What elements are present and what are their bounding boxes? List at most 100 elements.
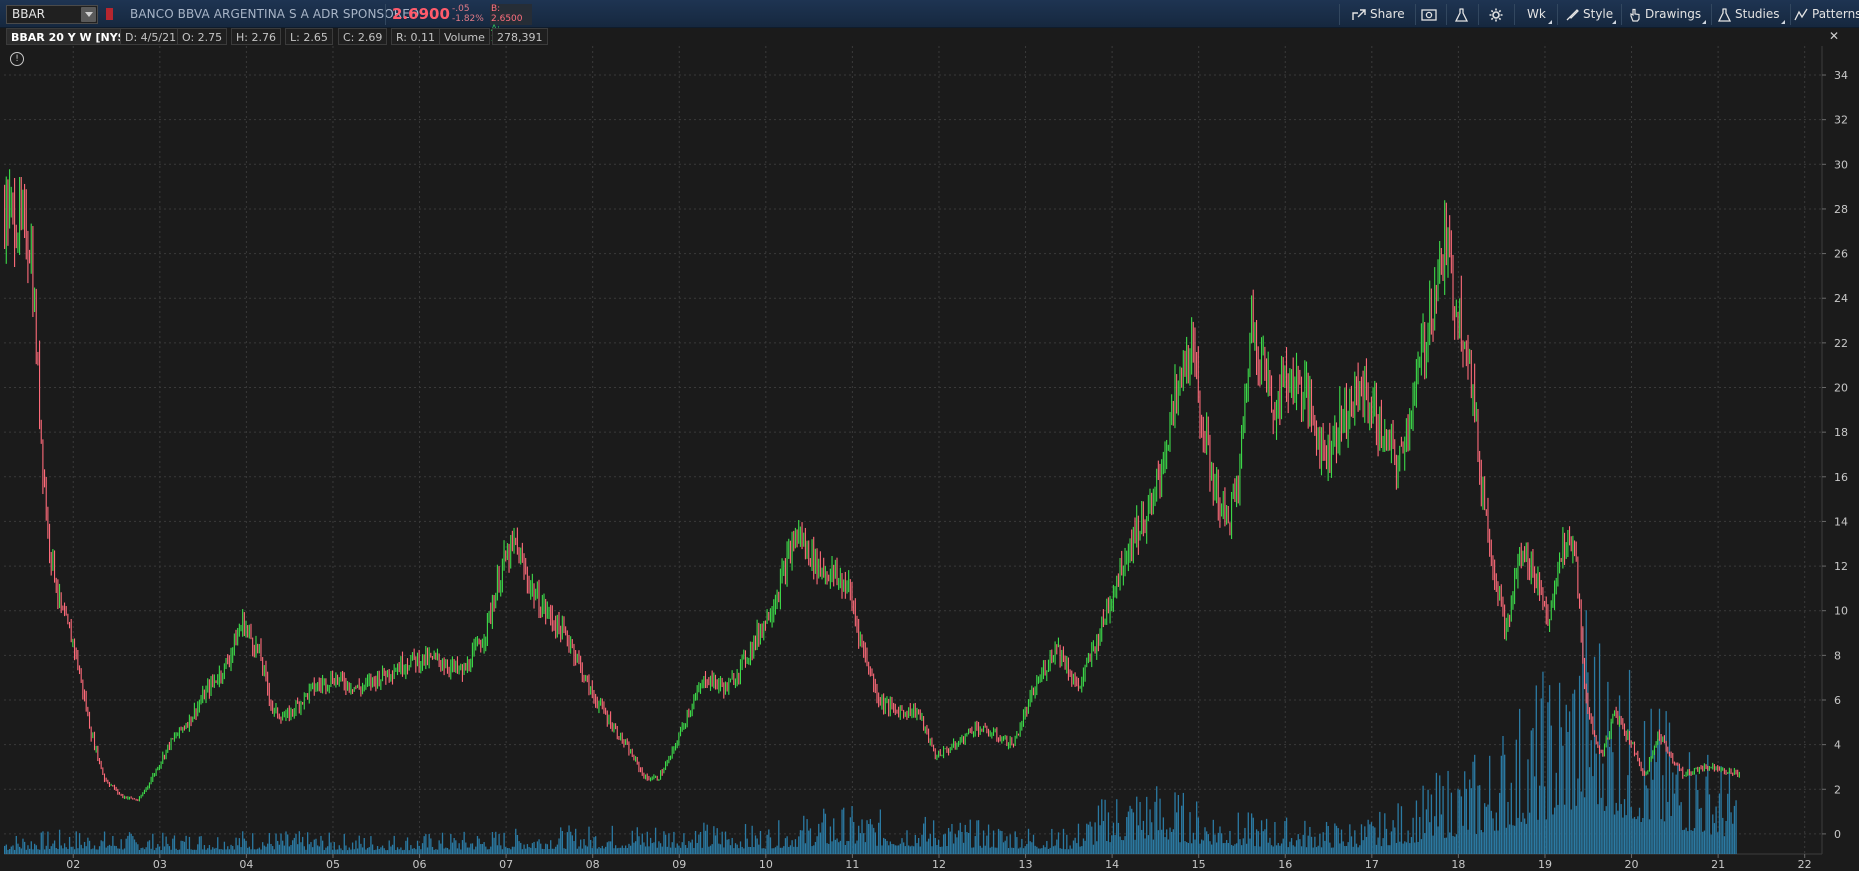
gear-icon bbox=[1489, 8, 1503, 21]
price-chart[interactable]: 0246810121416182022242628303234 02 03 04 05… bbox=[0, 0, 1859, 871]
volume-bar bbox=[560, 827, 562, 854]
volume-bar bbox=[511, 846, 514, 854]
volume-bar bbox=[198, 836, 201, 854]
volume-bar bbox=[488, 849, 490, 854]
volume-bar bbox=[908, 845, 910, 854]
volume-bar bbox=[143, 849, 146, 854]
alert-flag-icon[interactable] bbox=[106, 8, 113, 20]
aggregation-button[interactable]: Wk bbox=[1527, 6, 1546, 23]
volume-bar bbox=[138, 849, 141, 854]
volume-bar bbox=[178, 849, 181, 854]
volume-bar bbox=[773, 848, 775, 854]
volume-bar bbox=[899, 843, 901, 854]
volume-bar bbox=[916, 843, 918, 854]
volume-bar bbox=[1307, 835, 1309, 854]
studies-button[interactable]: Studies bbox=[1718, 6, 1780, 23]
volume-bar bbox=[533, 841, 535, 854]
volume-bar bbox=[919, 846, 921, 854]
volume-bar bbox=[698, 834, 700, 854]
volume-bar bbox=[1690, 830, 1692, 854]
volume-bar bbox=[1595, 753, 1597, 854]
volume-bar bbox=[641, 833, 643, 854]
volume-bar bbox=[1648, 819, 1651, 854]
volume-bar bbox=[1728, 771, 1731, 854]
volume-bar bbox=[90, 849, 92, 854]
volume-bar bbox=[721, 831, 723, 854]
volume-bar bbox=[321, 840, 324, 854]
x-tick-label: 21 bbox=[1711, 858, 1725, 871]
volume-bar bbox=[1287, 847, 1289, 854]
volume-bar bbox=[1350, 836, 1353, 854]
volume-bar bbox=[996, 847, 998, 854]
volume-bar bbox=[1174, 792, 1176, 854]
snapshot-button[interactable] bbox=[1421, 6, 1441, 23]
volume-bar bbox=[282, 840, 284, 854]
volume-bar bbox=[1593, 656, 1596, 854]
volume-bar bbox=[593, 837, 595, 854]
close-icon[interactable]: ✕ bbox=[1829, 29, 1839, 43]
volume-bar bbox=[898, 845, 900, 854]
volume-bar bbox=[232, 845, 234, 854]
bar-high: H: 2.76 bbox=[231, 28, 281, 45]
volume-bar bbox=[1094, 822, 1096, 854]
patterns-button[interactable]: Patterns bbox=[1794, 6, 1859, 23]
flask-button[interactable] bbox=[1455, 6, 1472, 23]
volume-bar bbox=[992, 830, 995, 854]
volume-bar bbox=[1532, 728, 1534, 854]
volume-bar bbox=[1555, 772, 1557, 854]
volume-bar bbox=[48, 848, 51, 854]
volume-bar bbox=[187, 848, 189, 854]
chevron-down-icon[interactable] bbox=[81, 7, 96, 22]
info-icon[interactable]: ! bbox=[10, 52, 24, 66]
volume-bar bbox=[1254, 846, 1256, 854]
volume-bar bbox=[190, 849, 192, 854]
dropdown-corner-icon bbox=[1781, 20, 1785, 24]
volume-bar bbox=[1191, 843, 1193, 854]
volume-bar bbox=[108, 844, 111, 854]
volume-bar bbox=[217, 837, 219, 854]
volume-bar bbox=[218, 849, 221, 854]
price-axis-labels: 0246810121416182022242628303234 bbox=[1822, 69, 1848, 841]
x-tick-label: 19 bbox=[1538, 858, 1552, 871]
style-button[interactable]: Style bbox=[1566, 6, 1613, 23]
volume-bar bbox=[1267, 842, 1269, 854]
volume-bar bbox=[47, 831, 49, 854]
volume-bar bbox=[636, 827, 638, 854]
volume-bar bbox=[1613, 814, 1616, 854]
volume-bar bbox=[1069, 845, 1071, 854]
volume-bar bbox=[275, 833, 277, 854]
divider bbox=[1478, 4, 1479, 25]
volume-bar bbox=[1255, 829, 1258, 854]
volume-bar bbox=[939, 846, 941, 854]
volume-bar bbox=[761, 848, 763, 854]
drawings-button[interactable]: Drawings bbox=[1629, 6, 1701, 23]
volume-bar bbox=[1727, 793, 1729, 854]
volume-bar bbox=[1668, 722, 1671, 854]
volume-bar bbox=[23, 841, 26, 854]
volume-bar bbox=[1264, 829, 1266, 854]
volume-bar bbox=[102, 841, 104, 854]
volume-bar bbox=[405, 840, 407, 854]
volume-bar bbox=[1357, 847, 1359, 854]
volume-bar bbox=[962, 842, 965, 854]
volume-bar bbox=[37, 849, 39, 854]
volume-bar bbox=[734, 843, 737, 854]
volume-bar bbox=[1655, 762, 1657, 854]
volume-bar bbox=[1027, 828, 1030, 854]
symbol-input[interactable]: BBAR bbox=[6, 5, 98, 24]
volume-bar bbox=[1677, 765, 1679, 854]
volume-bar bbox=[243, 838, 246, 854]
volume-bar bbox=[1455, 834, 1458, 854]
volume-bar bbox=[1285, 817, 1288, 854]
volume-bar bbox=[1009, 834, 1011, 854]
volume-bar bbox=[1139, 801, 1141, 854]
volume-bar bbox=[598, 847, 600, 854]
volume-bar bbox=[97, 849, 99, 854]
settings-button[interactable] bbox=[1489, 6, 1507, 23]
volume-bar bbox=[1324, 840, 1326, 854]
share-button[interactable]: Share bbox=[1352, 6, 1405, 23]
volume-bar bbox=[237, 845, 239, 854]
dropdown-corner-icon bbox=[1702, 20, 1706, 24]
volume-bar bbox=[801, 830, 803, 854]
volume-bar bbox=[1364, 826, 1366, 854]
